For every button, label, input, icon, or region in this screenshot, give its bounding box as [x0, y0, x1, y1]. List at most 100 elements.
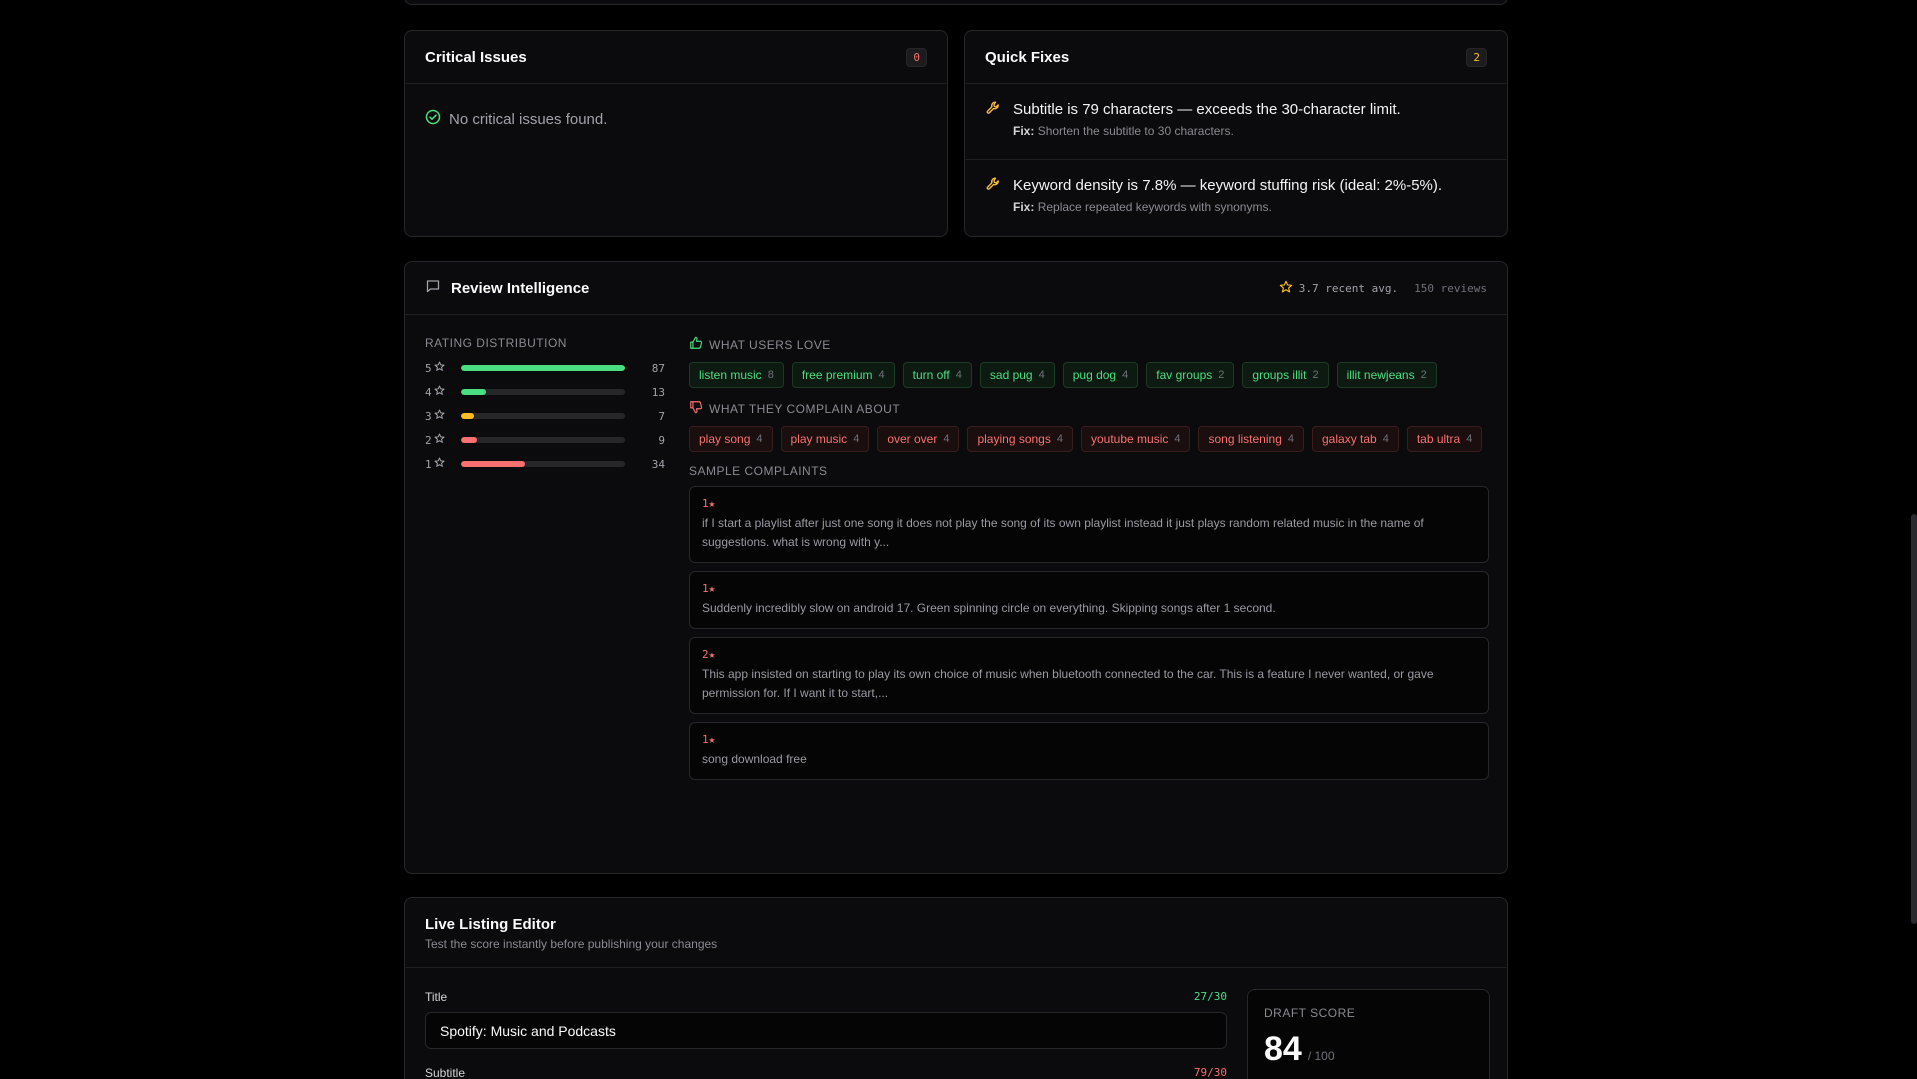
love-keyword-chip[interactable]: fav groups 2 — [1146, 362, 1235, 388]
quick-fixes-count-badge: 2 — [1466, 47, 1487, 67]
chip-term: youtube music — [1090, 432, 1169, 446]
rating-row: 1 34 — [425, 452, 665, 476]
live-listing-editor-card: Live Listing Editor Test the score insta… — [404, 897, 1508, 1079]
chip-count: 2 — [1312, 369, 1319, 381]
love-keyword-chip[interactable]: groups illit 2 — [1242, 362, 1329, 388]
rating-bar-fill — [461, 437, 478, 443]
fix-issue-text: Subtitle is 79 characters — exceeds the … — [1013, 101, 1401, 118]
complaint-keyword-chip[interactable]: song listening 4 — [1198, 426, 1304, 452]
no-issues-message: No critical issues found. — [449, 110, 608, 128]
critical-issues-card: Critical Issues 0 No critical issues fou… — [404, 30, 948, 237]
review-insights: WHAT USERS LOVE listen music 8 free premiu… — [689, 336, 1489, 780]
chip-count: 4 — [1174, 433, 1181, 445]
title-field-label: Title — [425, 990, 448, 1004]
quick-fixes-header: Quick Fixes 2 — [965, 31, 1507, 84]
love-keyword-chip[interactable]: sad pug 4 — [979, 362, 1055, 388]
title-input[interactable] — [425, 1012, 1227, 1049]
complaint-keyword-chip[interactable]: play song 4 — [689, 426, 773, 452]
check-circle-icon — [425, 109, 441, 129]
complaint-keyword-chip[interactable]: playing songs 4 — [967, 426, 1073, 452]
wrench-icon — [985, 176, 1001, 222]
complaint-rating: 2★ — [702, 648, 716, 661]
subtitle-field-label: Subtitle — [425, 1066, 466, 1079]
sample-complaints-label: SAMPLE COMPLAINTS — [689, 464, 828, 478]
star-outline-icon — [434, 385, 445, 399]
love-keyword-chip[interactable]: illit newjeans 2 — [1336, 362, 1437, 388]
draft-score-label: DRAFT SCORE — [1264, 1006, 1356, 1020]
review-intelligence-title: Review Intelligence — [451, 279, 590, 297]
rating-distribution-label: RATING DISTRIBUTION — [425, 336, 567, 350]
complain-section-label: WHAT THEY COMPLAIN ABOUT — [689, 400, 1489, 417]
rating-bar-fill — [461, 389, 486, 395]
page-scrollbar[interactable] — [1911, 514, 1917, 924]
chip-count: 4 — [1382, 433, 1389, 445]
rating-star-label: 1 — [425, 457, 461, 471]
chip-term: listen music — [699, 368, 762, 382]
chip-count: 4 — [955, 369, 962, 381]
editor-header: Live Listing Editor Test the score insta… — [405, 898, 1507, 968]
star-outline-icon — [434, 457, 445, 471]
chip-count: 4 — [853, 433, 860, 445]
chip-count: 4 — [756, 433, 763, 445]
love-keyword-chip[interactable]: pug dog 4 — [1062, 362, 1139, 388]
complaint-card: 2★ This app insisted on starting to play … — [689, 637, 1489, 714]
draft-score-value: 84 — [1264, 1030, 1302, 1068]
complaint-text: Suddenly incredibly slow on android 17. … — [702, 601, 1276, 615]
chip-term: free premium — [801, 368, 873, 382]
chip-term: pug dog — [1072, 368, 1117, 382]
love-keyword-chip[interactable]: free premium 4 — [791, 362, 895, 388]
rating-bar-track — [461, 365, 625, 371]
complaint-text: This app insisted on starting to play it… — [702, 667, 1434, 700]
star-outline-icon — [434, 361, 445, 375]
chip-term: illit newjeans — [1346, 368, 1415, 382]
chip-term: groups illit — [1252, 368, 1307, 382]
chip-count: 2 — [1218, 369, 1225, 381]
review-summary: 3.7 recent avg. 150 reviews — [1279, 280, 1487, 297]
complaint-text: if I start a playlist after just one son… — [702, 516, 1424, 549]
complaint-keyword-chip[interactable]: over over 4 — [877, 426, 960, 452]
quick-fixes-title: Quick Fixes — [985, 48, 1070, 66]
previous-card — [404, 0, 1508, 5]
love-keyword-chip[interactable]: turn off 4 — [902, 362, 972, 388]
chip-count: 2 — [1420, 369, 1427, 381]
chip-term: playing songs — [977, 432, 1051, 446]
complaint-keyword-chip[interactable]: galaxy tab 4 — [1312, 426, 1399, 452]
star-outline-icon — [434, 433, 445, 447]
complaint-keyword-chip[interactable]: tab ultra 4 — [1406, 426, 1483, 452]
complain-chips: play song 4 play music 4 over over 4 playing s… — [689, 426, 1489, 452]
rating-bar-fill — [461, 365, 625, 371]
chip-term: over over — [887, 432, 938, 446]
complaint-card: 1★ if I start a playlist after just one s… — [689, 486, 1489, 563]
critical-issues-title: Critical Issues — [425, 48, 527, 66]
editor-subtitle: Test the score instantly before publishi… — [425, 937, 718, 951]
chip-count: 4 — [1038, 369, 1045, 381]
rating-row: 29 — [425, 428, 665, 452]
no-issues-row: No critical issues found. — [405, 84, 947, 154]
rating-star-label: 3 — [425, 409, 461, 423]
thumbs-down-icon — [689, 400, 703, 417]
rating-count: 7 — [658, 409, 665, 423]
fix-suggestion: Fix: Replace repeated keywords with syno… — [1013, 200, 1272, 214]
editor-title: Live Listing Editor — [425, 916, 556, 933]
rating-bar-track — [461, 437, 625, 443]
review-count: 150 reviews — [1414, 281, 1487, 295]
complaint-keyword-chip[interactable]: play music 4 — [780, 426, 870, 452]
fix-suggestion: Fix: Shorten the subtitle to 30 characte… — [1013, 124, 1234, 138]
chip-count: 8 — [767, 369, 774, 381]
chip-count: 4 — [1122, 369, 1129, 381]
complaint-rating: 1★ — [702, 497, 716, 510]
title-field-row: Title 27/30 — [425, 990, 1227, 1004]
rating-count: 34 — [651, 457, 665, 471]
complaint-keyword-chip[interactable]: youtube music 4 — [1080, 426, 1191, 452]
critical-issues-header: Critical Issues 0 — [405, 31, 947, 84]
love-keyword-chip[interactable]: listen music 8 — [689, 362, 784, 388]
rating-row: 5 87 — [425, 356, 665, 380]
complaint-card: 1★ song download free — [689, 722, 1489, 780]
rating-star-label: 5 — [425, 361, 461, 375]
chip-term: turn off — [912, 368, 950, 382]
rating-bar-fill — [461, 413, 475, 419]
chip-term: tab ultra — [1416, 432, 1461, 446]
rating-star-label: 4 — [425, 385, 461, 399]
chip-count: 4 — [943, 433, 950, 445]
message-square-icon — [425, 278, 441, 298]
